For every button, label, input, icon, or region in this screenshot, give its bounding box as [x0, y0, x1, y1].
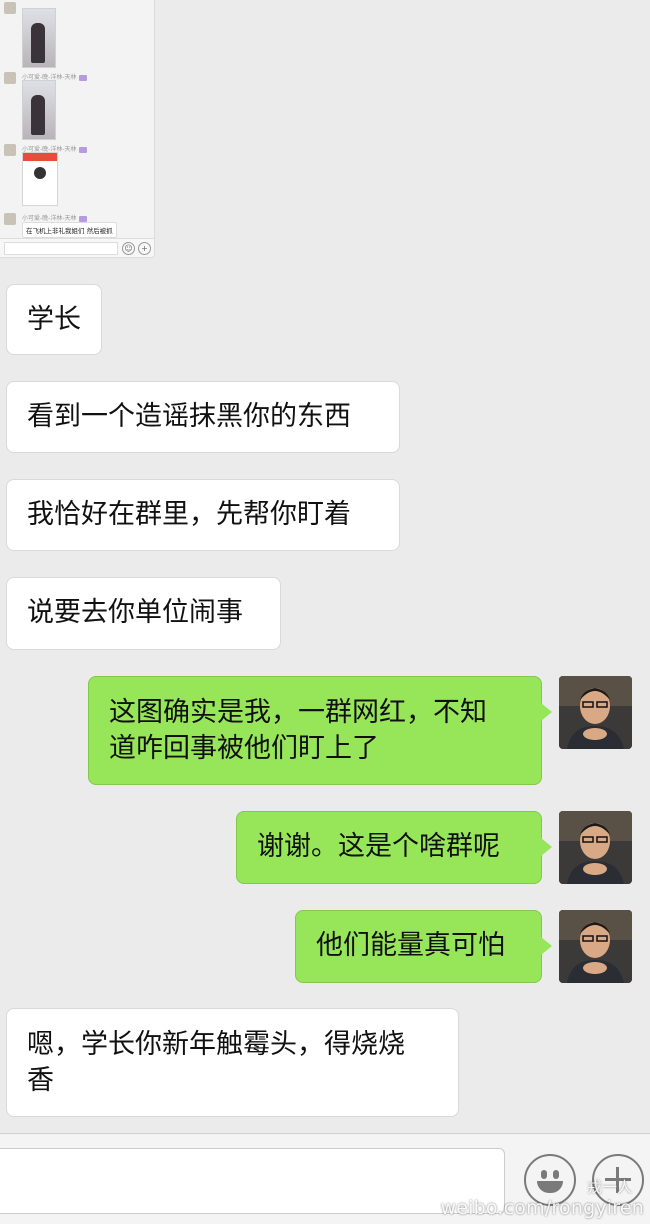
emoji-icon: ☺: [122, 242, 135, 255]
watermark-name: 戎一人: [586, 1178, 632, 1196]
message-line: 香: [27, 1065, 54, 1096]
profile-card-thumbnail: [22, 152, 58, 206]
incoming-message[interactable]: 嗯，学长你新年触霉头，得烧烧 香: [6, 1008, 459, 1117]
outgoing-message[interactable]: 他们能量真可怕: [295, 910, 552, 983]
shot-input-bar: ☺ +: [0, 238, 154, 257]
shot-text-bubble: 在飞机上非礼我姐们 然后被抓: [22, 222, 117, 238]
outgoing-message[interactable]: 这图确实是我，一群网红，不知 道咋回事被他们盯上了: [88, 676, 552, 785]
message-bubble: 他们能量真可怕: [295, 910, 552, 983]
embedded-chat-screenshot: 小可爱-晚-洋林-天林 小可爱-晚-洋林-天林 小可爱-晚-洋林-天林 在飞机上…: [0, 0, 155, 258]
incoming-message[interactable]: 看到一个造谣抹黑你的东西: [6, 381, 400, 453]
incoming-message[interactable]: 说要去你单位闹事: [6, 577, 281, 650]
message-bubble: 我恰好在群里，先帮你盯着: [6, 479, 400, 551]
message-line: 道咋回事被他们盯上了: [109, 733, 379, 764]
photo-thumbnail: [22, 80, 56, 140]
avatar: [4, 72, 16, 84]
user-avatar-image: [559, 676, 632, 749]
plus-icon: +: [138, 242, 151, 255]
message-input[interactable]: [0, 1148, 505, 1214]
message-line: 这图确实是我，一群网红，不知: [109, 697, 487, 728]
avatar: [4, 213, 16, 225]
watermark-handle: weibo.com/rongyiren: [440, 1197, 644, 1219]
outgoing-message[interactable]: 谢谢。这是个啥群呢: [236, 811, 552, 884]
message-bubble: 看到一个造谣抹黑你的东西: [6, 381, 400, 453]
message-bubble: 嗯，学长你新年触霉头，得烧烧 香: [6, 1008, 459, 1117]
message-bubble: 谢谢。这是个啥群呢: [236, 811, 552, 884]
shot-nickname: 小可爱-晚-洋林-天林: [22, 213, 87, 222]
avatar[interactable]: [559, 910, 632, 983]
incoming-message[interactable]: 我恰好在群里，先帮你盯着: [6, 479, 400, 551]
photo-thumbnail: [22, 8, 56, 68]
user-avatar-image: [559, 910, 632, 983]
incoming-message[interactable]: 学长: [6, 284, 102, 355]
message-bubble: 学长: [6, 284, 102, 355]
message-bubble: 这图确实是我，一群网红，不知 道咋回事被他们盯上了: [88, 676, 552, 785]
message-bubble: 说要去你单位闹事: [6, 577, 281, 650]
message-line: 嗯，学长你新年触霉头，得烧烧: [27, 1029, 405, 1060]
avatar[interactable]: [559, 811, 632, 884]
avatar[interactable]: [559, 676, 632, 749]
avatar: [4, 144, 16, 156]
avatar: [4, 2, 16, 14]
user-avatar-image: [559, 811, 632, 884]
